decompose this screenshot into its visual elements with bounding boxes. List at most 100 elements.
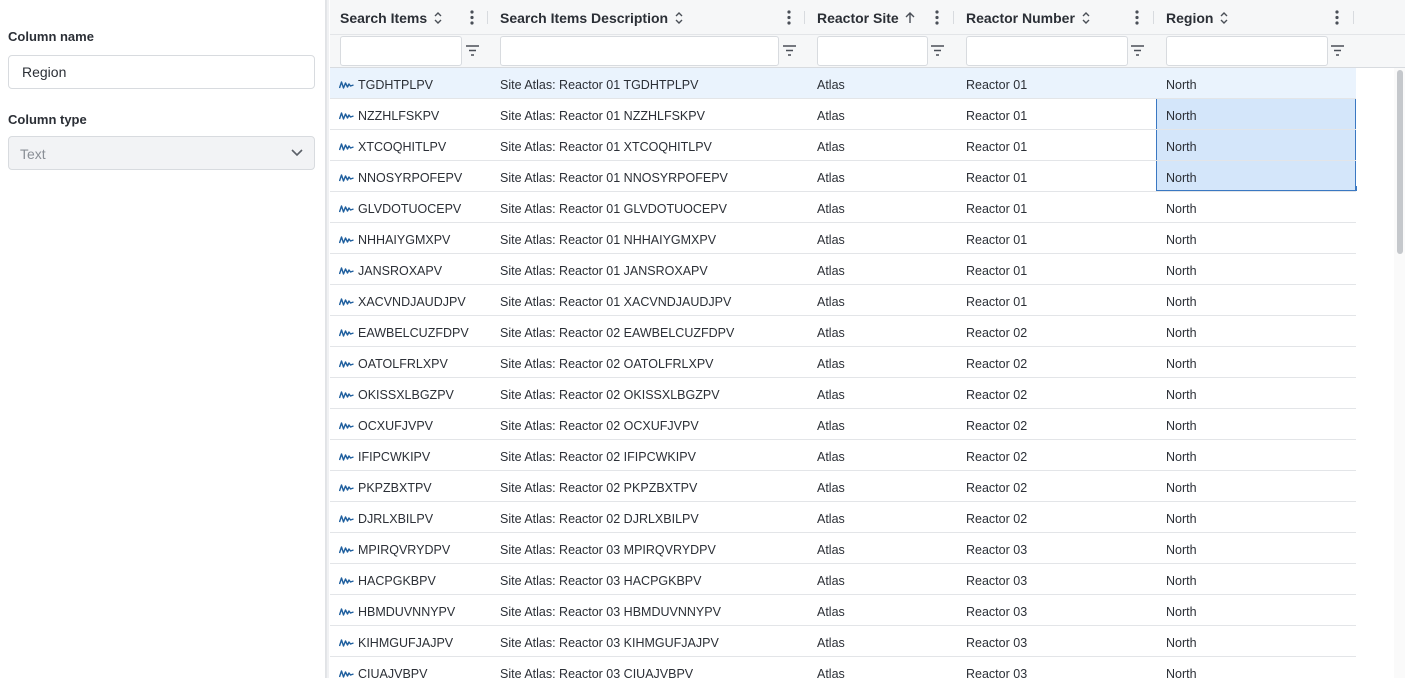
cell-search-item[interactable]: HACPGKBPV	[358, 564, 436, 594]
cell-search-item[interactable]: GLVDOTUOCEPV	[358, 192, 461, 222]
cell-description[interactable]: Site Atlas: Reactor 01 NNOSYRPOFEPV	[500, 161, 728, 191]
cell-search-item[interactable]: HBMDUVNNYPV	[358, 595, 455, 625]
cell-reactor-number[interactable]: Reactor 02	[966, 347, 1027, 377]
table-row[interactable]: NZZHLFSKPV Site Atlas: Reactor 01 NZZHLFS…	[330, 99, 1356, 130]
cell-reactor-number[interactable]: Reactor 01	[966, 161, 1027, 191]
table-row[interactable]: CIUAJVBPV Site Atlas: Reactor 03 CIUAJVBP…	[330, 657, 1356, 678]
cell-description[interactable]: Site Atlas: Reactor 03 HBMDUVNNYPV	[500, 595, 721, 625]
table-row[interactable]: HBMDUVNNYPV Site Atlas: Reactor 03 HBMDUV…	[330, 595, 1356, 626]
cell-region[interactable]: North	[1156, 347, 1356, 377]
cell-description[interactable]: Site Atlas: Reactor 02 OKISSXLBGZPV	[500, 378, 720, 408]
table-row[interactable]: OCXUFJVPV Site Atlas: Reactor 02 OCXUFJVP…	[330, 409, 1356, 440]
cell-reactor-site[interactable]: Atlas	[817, 192, 845, 222]
cell-description[interactable]: Site Atlas: Reactor 01 XACVNDJAUDJPV	[500, 285, 731, 315]
cell-reactor-site[interactable]: Atlas	[817, 130, 845, 160]
column-header-reactor-site[interactable]: Reactor Site	[817, 0, 916, 35]
cell-search-item[interactable]: XACVNDJAUDJPV	[358, 285, 466, 315]
cell-reactor-number[interactable]: Reactor 03	[966, 626, 1027, 656]
column-resize-handle[interactable]	[1353, 11, 1354, 24]
cell-description[interactable]: Site Atlas: Reactor 02 OATOLFRLXPV	[500, 347, 714, 377]
cell-reactor-number[interactable]: Reactor 02	[966, 440, 1027, 470]
cell-description[interactable]: Site Atlas: Reactor 01 NHHAIYGMXPV	[500, 223, 716, 253]
cell-search-item[interactable]: MPIRQVRYDPV	[358, 533, 450, 563]
cell-region[interactable]: North	[1156, 285, 1356, 315]
cell-reactor-site[interactable]: Atlas	[817, 99, 845, 129]
cell-reactor-site[interactable]: Atlas	[817, 595, 845, 625]
cell-search-item[interactable]: PKPZBXTPV	[358, 471, 432, 501]
filter-input-search-items-description[interactable]	[500, 36, 779, 66]
cell-search-item[interactable]: IFIPCWKIPV	[358, 440, 430, 470]
cell-reactor-site[interactable]: Atlas	[817, 68, 845, 98]
filter-input-search-items[interactable]	[340, 36, 462, 66]
table-row[interactable]: OKISSXLBGZPV Site Atlas: Reactor 02 OKISS…	[330, 378, 1356, 409]
column-resize-handle[interactable]	[1153, 11, 1154, 24]
column-header-region[interactable]: Region	[1166, 0, 1230, 35]
cell-reactor-number[interactable]: Reactor 03	[966, 595, 1027, 625]
cell-reactor-number[interactable]: Reactor 01	[966, 192, 1027, 222]
cell-region[interactable]: North	[1156, 316, 1356, 346]
cell-reactor-site[interactable]: Atlas	[817, 533, 845, 563]
cell-reactor-number[interactable]: Reactor 02	[966, 502, 1027, 532]
panel-resize-divider[interactable]	[326, 0, 329, 678]
table-row[interactable]: NHHAIYGMXPV Site Atlas: Reactor 01 NHHAIY…	[330, 223, 1356, 254]
cell-region[interactable]: North	[1156, 502, 1356, 532]
scrollbar-thumb[interactable]	[1397, 70, 1403, 254]
cell-reactor-number[interactable]: Reactor 03	[966, 533, 1027, 563]
cell-reactor-site[interactable]: Atlas	[817, 626, 845, 656]
vertical-dots-icon[interactable]	[787, 10, 791, 25]
cell-reactor-number[interactable]: Reactor 01	[966, 223, 1027, 253]
filter-icon[interactable]	[931, 45, 944, 56]
cell-description[interactable]: Site Atlas: Reactor 01 NZZHLFSKPV	[500, 99, 705, 129]
cell-description[interactable]: Site Atlas: Reactor 03 MPIRQVRYDPV	[500, 533, 716, 563]
cell-search-item[interactable]: NHHAIYGMXPV	[358, 223, 450, 253]
column-header-search-items[interactable]: Search Items	[340, 0, 444, 35]
cell-reactor-number[interactable]: Reactor 02	[966, 316, 1027, 346]
table-row[interactable]: KIHMGUFJAJPV Site Atlas: Reactor 03 KIHMG…	[330, 626, 1356, 657]
cell-reactor-number[interactable]: Reactor 02	[966, 471, 1027, 501]
table-row[interactable]: NNOSYRPOFEPV Site Atlas: Reactor 01 NNOSY…	[330, 161, 1356, 192]
filter-icon[interactable]	[783, 45, 796, 56]
cell-reactor-site[interactable]: Atlas	[817, 254, 845, 284]
column-type-select[interactable]: Text	[8, 136, 315, 170]
cell-region[interactable]: North	[1156, 533, 1356, 563]
table-row[interactable]: HACPGKBPV Site Atlas: Reactor 03 HACPGKBP…	[330, 564, 1356, 595]
cell-reactor-site[interactable]: Atlas	[817, 161, 845, 191]
table-row[interactable]: OATOLFRLXPV Site Atlas: Reactor 02 OATOLF…	[330, 347, 1356, 378]
cell-description[interactable]: Site Atlas: Reactor 02 OCXUFJVPV	[500, 409, 699, 439]
cell-region[interactable]: North	[1156, 471, 1356, 501]
cell-reactor-number[interactable]: Reactor 01	[966, 254, 1027, 284]
cell-search-item[interactable]: OATOLFRLXPV	[358, 347, 448, 377]
cell-region[interactable]: North	[1156, 161, 1356, 191]
column-resize-handle[interactable]	[487, 11, 488, 24]
sort-updown-icon[interactable]	[1080, 11, 1092, 25]
vertical-dots-icon[interactable]	[1335, 10, 1339, 25]
cell-search-item[interactable]: JANSROXAPV	[358, 254, 442, 284]
cell-reactor-site[interactable]: Atlas	[817, 347, 845, 377]
cell-search-item[interactable]: NZZHLFSKPV	[358, 99, 439, 129]
sort-updown-icon[interactable]	[1218, 11, 1230, 25]
arrow-up-icon[interactable]	[904, 11, 916, 25]
cell-reactor-site[interactable]: Atlas	[817, 223, 845, 253]
cell-reactor-site[interactable]: Atlas	[817, 285, 845, 315]
table-row[interactable]: MPIRQVRYDPV Site Atlas: Reactor 03 MPIRQV…	[330, 533, 1356, 564]
table-row[interactable]: PKPZBXTPV Site Atlas: Reactor 02 PKPZBXTP…	[330, 471, 1356, 502]
cell-search-item[interactable]: TGDHTPLPV	[358, 68, 433, 98]
cell-reactor-site[interactable]: Atlas	[817, 564, 845, 594]
cell-description[interactable]: Site Atlas: Reactor 01 XTCOQHITLPV	[500, 130, 712, 160]
sort-updown-icon[interactable]	[432, 11, 444, 25]
cell-search-item[interactable]: DJRLXBILPV	[358, 502, 433, 532]
cell-region[interactable]: North	[1156, 657, 1356, 678]
cell-reactor-site[interactable]: Atlas	[817, 440, 845, 470]
cell-reactor-number[interactable]: Reactor 01	[966, 285, 1027, 315]
cell-description[interactable]: Site Atlas: Reactor 02 EAWBELCUZFDPV	[500, 316, 734, 346]
cell-search-item[interactable]: CIUAJVBPV	[358, 657, 427, 678]
filter-input-reactor-site[interactable]	[817, 36, 928, 66]
table-row[interactable]: XACVNDJAUDJPV Site Atlas: Reactor 01 XACV…	[330, 285, 1356, 316]
cell-search-item[interactable]: OKISSXLBGZPV	[358, 378, 454, 408]
cell-reactor-site[interactable]: Atlas	[817, 409, 845, 439]
cell-reactor-site[interactable]: Atlas	[817, 316, 845, 346]
cell-search-item[interactable]: KIHMGUFJAJPV	[358, 626, 453, 656]
cell-reactor-number[interactable]: Reactor 03	[966, 564, 1027, 594]
cell-description[interactable]: Site Atlas: Reactor 02 DJRLXBILPV	[500, 502, 699, 532]
cell-reactor-site[interactable]: Atlas	[817, 657, 845, 678]
